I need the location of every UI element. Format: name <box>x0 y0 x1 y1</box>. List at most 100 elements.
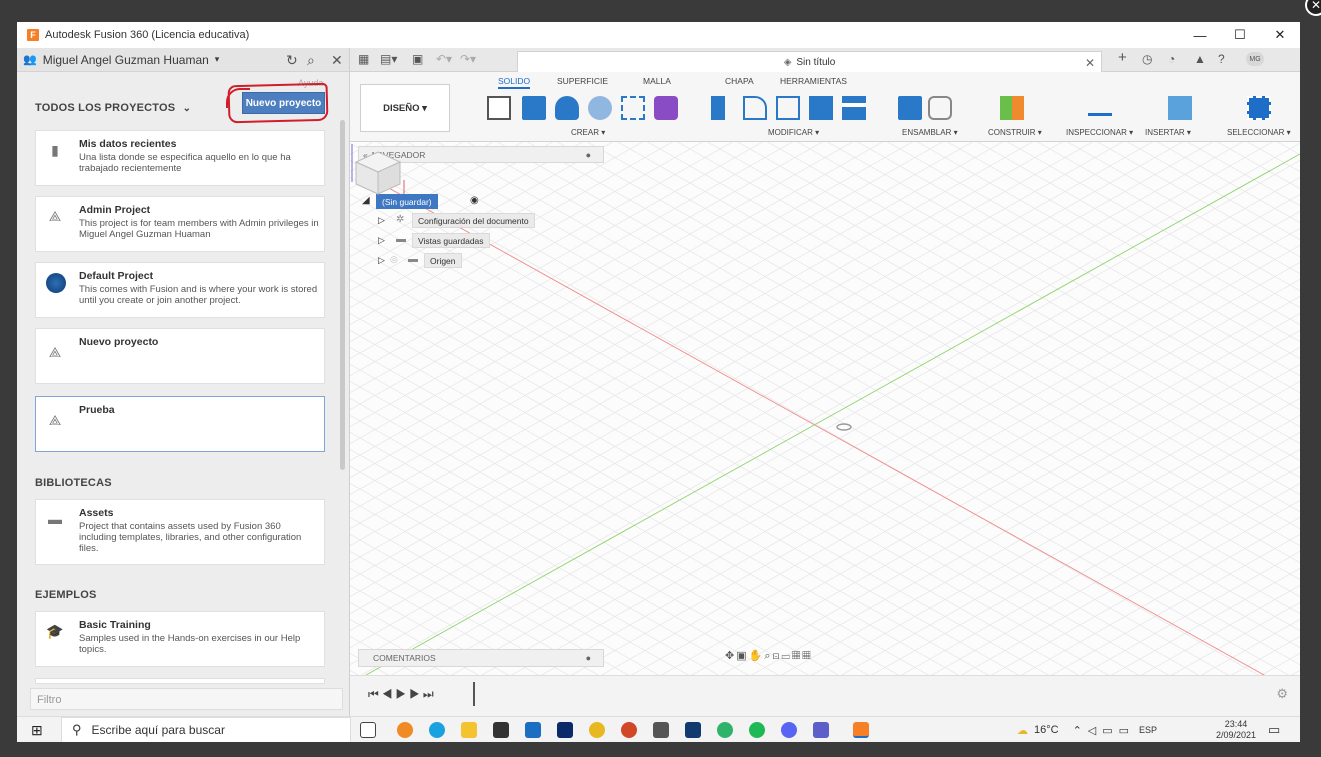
expand-icon[interactable]: ▷ <box>378 235 385 246</box>
project-card-default[interactable]: Default Project This comes with Fusion a… <box>35 262 325 318</box>
app-icon[interactable] <box>685 722 701 738</box>
all-projects-heading[interactable]: TODOS LOS PROYECTOS ⌄ <box>35 102 191 114</box>
user-name[interactable]: Miguel Angel Guzman Huaman <box>43 53 209 67</box>
tab-sheet-metal[interactable]: CHAPA <box>725 76 754 86</box>
task-view-icon[interactable] <box>360 722 376 738</box>
bell-icon[interactable]: ▲ <box>1194 52 1206 66</box>
panel-scrollbar[interactable] <box>340 120 345 470</box>
chevron-down-icon[interactable]: ▾ <box>215 54 220 65</box>
group-construct[interactable]: CONSTRUIR ▾ <box>988 128 1042 137</box>
navigation-bar[interactable]: ✥▣✋⌕⊡▭▦▦ <box>725 649 813 663</box>
library-card-assets[interactable]: ▬ Assets Project that contains assets us… <box>35 499 325 565</box>
eye-icon[interactable]: ◎ <box>390 254 398 265</box>
activate-icon[interactable]: ◉ <box>470 195 479 206</box>
pattern-icon[interactable] <box>654 96 678 120</box>
tray-icons[interactable]: ⌃◁▭▭ <box>1073 724 1135 737</box>
look-at-icon[interactable]: ▣ <box>736 650 748 662</box>
project-card-nuevo[interactable]: ⟁ Nuevo proyecto <box>35 328 325 384</box>
group-select[interactable]: SELECCIONAR ▾ <box>1227 128 1291 137</box>
file-icon[interactable]: ▤▾ <box>380 52 397 66</box>
new-tab-icon[interactable]: + <box>1118 49 1127 66</box>
viewports-icon[interactable]: ▦ <box>802 650 812 662</box>
browser-item-origin[interactable]: Origen <box>424 253 462 268</box>
project-card-prueba[interactable]: ⟁ Prueba <box>35 396 325 452</box>
canvas-viewport[interactable]: « NAVEGADOR ● (Sin guardar) ◢ ◉ ▷ ✲ Conf… <box>350 142 1300 675</box>
job-status-icon[interactable]: ◷ <box>1142 52 1152 66</box>
group-inspect[interactable]: INSPECCIONAR ▾ <box>1066 128 1133 137</box>
plane-icon[interactable] <box>1000 96 1024 120</box>
clock-icon[interactable]: ◔ <box>1168 52 1175 66</box>
scale-icon[interactable] <box>842 96 866 120</box>
weather-icon[interactable]: ☁ <box>1017 724 1028 737</box>
create-sketch-icon[interactable] <box>487 96 511 120</box>
tab-solid[interactable]: SOLIDO <box>498 76 531 89</box>
edge-icon[interactable] <box>429 722 445 738</box>
project-card-recent[interactable]: ▮ Mis datos recientes Una lista donde se… <box>35 130 325 186</box>
pan-icon[interactable]: ✋ <box>749 650 765 662</box>
grid-menu-icon[interactable]: ▦ <box>358 52 369 66</box>
mail-icon[interactable] <box>525 722 541 738</box>
teams-icon[interactable] <box>813 722 829 738</box>
combine-icon[interactable] <box>809 96 833 120</box>
store-icon[interactable] <box>493 722 509 738</box>
pin-icon[interactable]: ● <box>586 150 591 160</box>
group-create[interactable]: CREAR ▾ <box>571 128 605 137</box>
search-icon[interactable]: ⌕ <box>307 48 315 72</box>
avatar[interactable]: MG <box>1246 52 1264 66</box>
discord-icon[interactable] <box>781 722 797 738</box>
spotify-icon[interactable] <box>749 722 765 738</box>
save-icon[interactable]: ▣ <box>412 52 423 66</box>
insert-image-icon[interactable] <box>1168 96 1192 120</box>
revolve-icon[interactable] <box>555 96 579 120</box>
chrome-icon[interactable] <box>589 722 605 738</box>
undo-icon[interactable]: ↶▾ <box>436 52 452 66</box>
maximize-button[interactable]: ☐ <box>1220 22 1260 48</box>
fusion-taskbar-icon[interactable] <box>853 722 869 738</box>
tab-surface[interactable]: SUPERFICIE <box>557 76 608 86</box>
gear-icon[interactable]: ⚙ <box>1276 686 1288 702</box>
zoom-icon[interactable]: ⌕ <box>764 650 772 662</box>
workspace-switcher[interactable]: DISEÑO ▾ <box>360 84 450 132</box>
minimize-button[interactable]: — <box>1180 22 1220 48</box>
browser-item-views[interactable]: Vistas guardadas <box>412 233 490 248</box>
pin-icon[interactable]: ● <box>586 653 591 663</box>
grid-settings-icon[interactable]: ▦ <box>792 650 802 662</box>
joint-icon[interactable] <box>928 96 952 120</box>
filter-input[interactable]: Filtro <box>30 688 343 710</box>
notifications-icon[interactable]: ▭ <box>1268 722 1280 738</box>
example-card-basic-training[interactable]: 🎓 Basic Training Samples used in the Han… <box>35 611 325 667</box>
group-assemble[interactable]: ENSAMBLAR ▾ <box>902 128 958 137</box>
comments-bar[interactable]: COMENTARIOS ● <box>358 649 604 667</box>
browser-item-settings[interactable]: Configuración del documento <box>412 213 535 228</box>
tab-mesh[interactable]: MALLA <box>643 76 671 86</box>
new-component-icon[interactable] <box>898 96 922 120</box>
measure-icon[interactable] <box>1088 102 1112 116</box>
press-pull-icon[interactable] <box>711 96 725 120</box>
language-indicator[interactable]: ESP <box>1139 725 1157 735</box>
firefox-icon[interactable] <box>397 722 413 738</box>
fillet-icon[interactable] <box>743 96 767 120</box>
group-modify[interactable]: MODIFICAR ▾ <box>768 128 819 137</box>
close-button[interactable]: ✕ <box>1260 22 1300 48</box>
close-panel-icon[interactable]: ✕ <box>331 48 343 72</box>
display-settings-icon[interactable]: ▭ <box>782 650 792 662</box>
view-cube[interactable] <box>350 142 406 198</box>
timeline-marker[interactable] <box>473 682 475 706</box>
group-insert[interactable]: INSERTAR ▾ <box>1145 128 1191 137</box>
fit-icon[interactable]: ⊡ <box>773 650 782 662</box>
document-tab[interactable]: ◈ Sin título ✕ <box>517 51 1102 72</box>
app-icon[interactable] <box>717 722 733 738</box>
dropbox-icon[interactable] <box>557 722 573 738</box>
sweep-icon[interactable] <box>588 96 612 120</box>
windows-start-icon[interactable]: ⊞ <box>31 722 43 739</box>
taskbar-search-input[interactable]: ⚲ Escribe aquí para buscar <box>61 717 351 742</box>
file-explorer-icon[interactable] <box>461 722 477 738</box>
shell-icon[interactable] <box>776 96 800 120</box>
project-card-admin[interactable]: ⟁ Admin Project This project is for team… <box>35 196 325 252</box>
box-icon[interactable] <box>621 96 645 120</box>
extrude-icon[interactable] <box>522 96 546 120</box>
timeline-controls[interactable]: ⏮◀▶▶⏭ <box>368 687 437 702</box>
calculator-icon[interactable] <box>653 722 669 738</box>
powerpoint-icon[interactable] <box>621 722 637 738</box>
expand-icon[interactable]: ▷ <box>378 255 385 266</box>
